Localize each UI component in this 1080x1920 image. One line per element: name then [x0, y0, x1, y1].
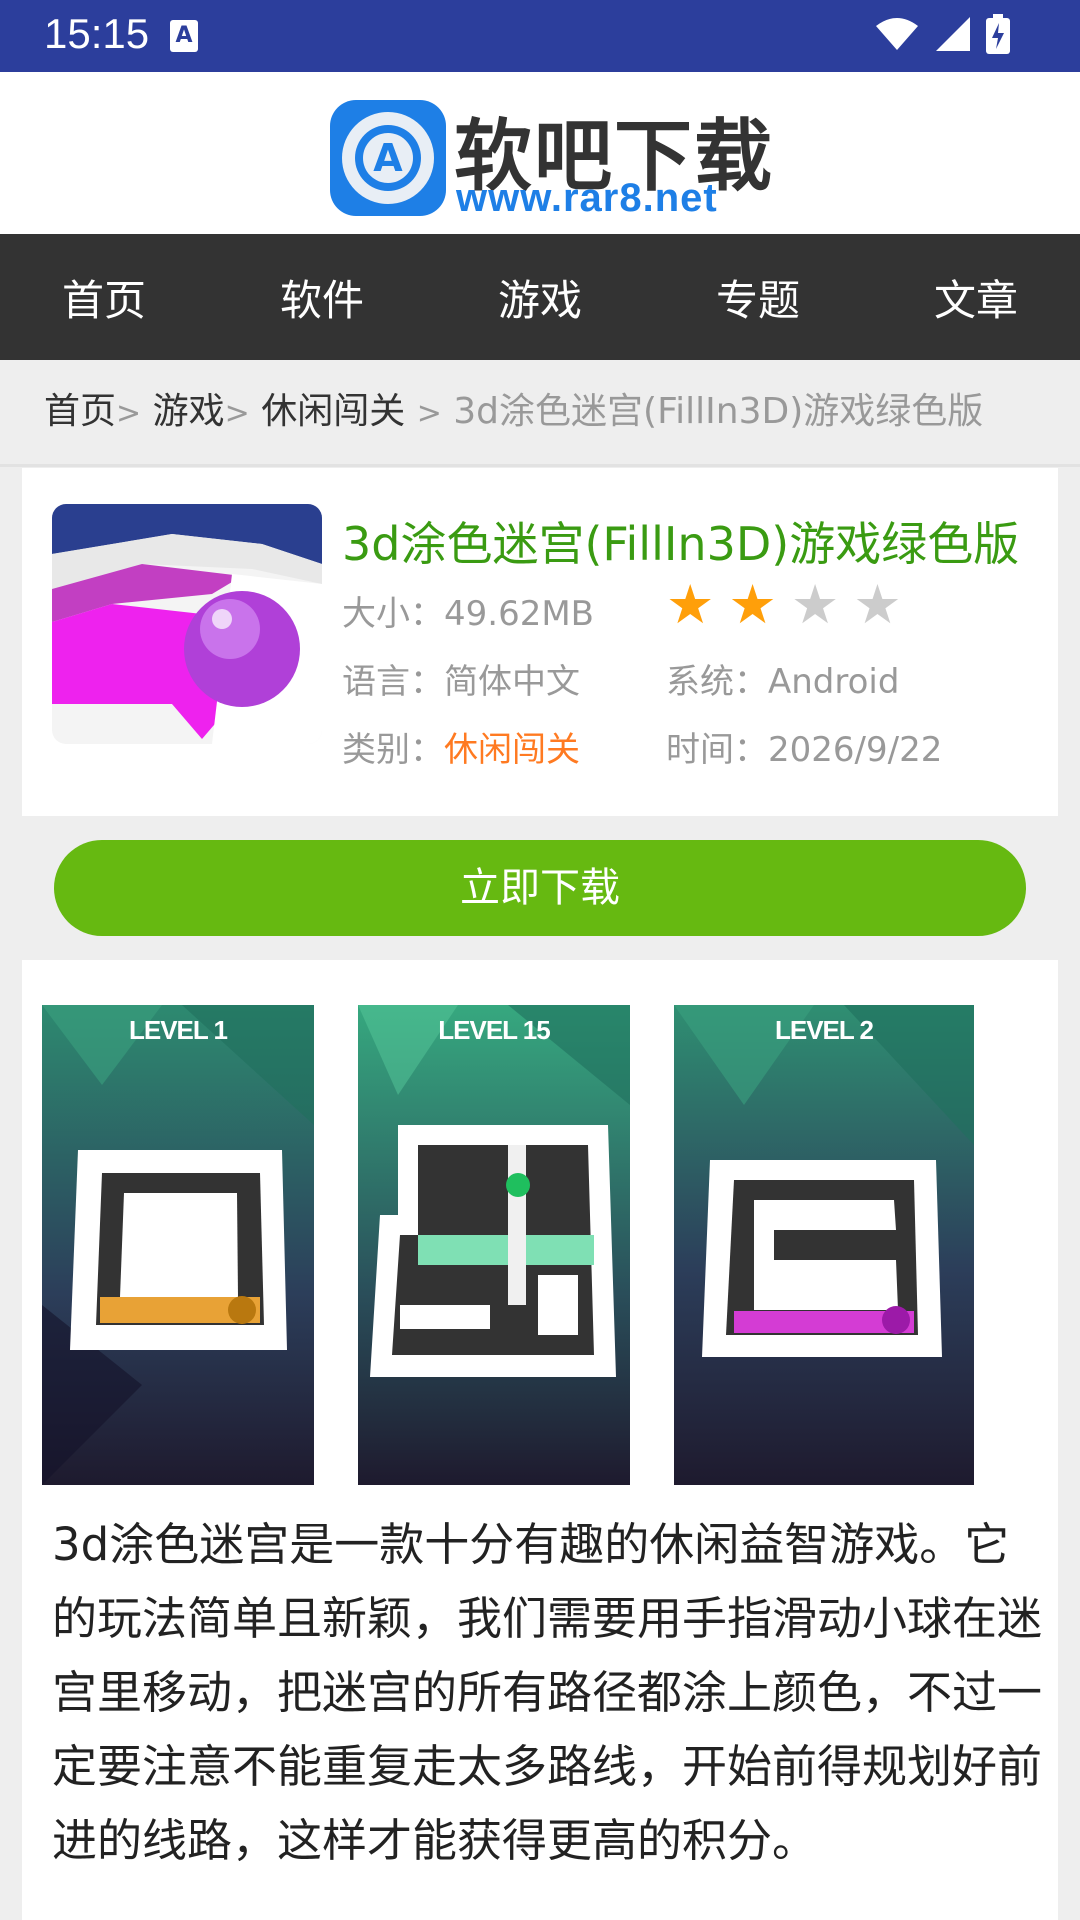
- app-detail-content: LEVEL 1 LEVEL 15 LEVEL 2 3d涂色迷宫是一款十分有趣的休…: [22, 960, 1058, 1920]
- breadcrumb-current: 3d涂色迷宫(FillIn3D)游戏绿色版: [453, 391, 984, 432]
- screenshot-level-label: LEVEL 1: [128, 1015, 228, 1045]
- site-header: A 软吧下载 www.rar8.net: [0, 72, 1080, 234]
- star-filled-icon: ★: [728, 573, 777, 636]
- nav-topics[interactable]: 专题: [716, 267, 800, 328]
- logo-url: www.rar8.net: [456, 176, 718, 220]
- star-empty-icon: ★: [790, 573, 840, 636]
- divider: [0, 464, 1080, 467]
- signal-icon: [936, 17, 970, 51]
- screenshot-2[interactable]: LEVEL 15: [358, 1005, 630, 1485]
- breadcrumb-category[interactable]: 休闲闯关: [261, 391, 405, 432]
- app-rating: ★ ★ ★ ★: [666, 578, 902, 632]
- status-bar: 15:15 A: [0, 0, 1080, 72]
- screenshot-1[interactable]: LEVEL 1: [42, 1005, 314, 1485]
- breadcrumb: 首页> 游戏> 休闲闯关 > 3d涂色迷宫(FillIn3D)游戏绿色版: [44, 391, 984, 432]
- nav-articles[interactable]: 文章: [934, 267, 1018, 328]
- screenshot-3[interactable]: LEVEL 2: [674, 1005, 974, 1485]
- app-store-logo-icon: A: [330, 100, 446, 216]
- app-date: 时间：2026/9/22: [666, 730, 943, 770]
- status-time: 15:15: [44, 10, 150, 57]
- wifi-icon: [876, 18, 918, 50]
- nav-software[interactable]: 软件: [280, 267, 364, 328]
- nav-games[interactable]: 游戏: [498, 267, 582, 328]
- app-title: 3d涂色迷宫(FillIn3D)游戏绿色版: [342, 517, 1020, 571]
- app-category: 类别：休闲闯关: [342, 730, 580, 770]
- app-info-card: 3d涂色迷宫(FillIn3D)游戏绿色版 大小：49.62MB ★ ★ ★ ★…: [22, 468, 1058, 816]
- app-description: 3d涂色迷宫是一款十分有趣的休闲益智游戏。它的玩法简单且新颖，我们需要用手指滑动…: [52, 1518, 1043, 1867]
- app-size: 大小：49.62MB: [342, 594, 594, 634]
- breadcrumb-home[interactable]: 首页: [44, 391, 116, 432]
- download-button[interactable]: 立即下载: [54, 840, 1026, 936]
- category-link[interactable]: 休闲闯关: [444, 730, 580, 770]
- screenshot-level-label: LEVEL 15: [438, 1015, 550, 1045]
- breadcrumb-games[interactable]: 游戏: [153, 391, 225, 432]
- nav-home[interactable]: 首页: [62, 267, 146, 328]
- battery-icon: [986, 14, 1010, 54]
- star-empty-icon: ★: [853, 573, 902, 636]
- app-icon-image[interactable]: [52, 504, 322, 744]
- star-filled-icon: ★: [666, 573, 715, 636]
- screenshot-level-label: LEVEL 2: [774, 1015, 874, 1045]
- app-system: 系统：Android: [666, 662, 900, 702]
- main-nav: 首页 软件 游戏 专题 文章: [0, 234, 1080, 360]
- site-logo[interactable]: A 软吧下载 www.rar8.net: [330, 100, 772, 220]
- app-language: 语言：简体中文: [342, 662, 580, 702]
- notification-icon: A: [170, 20, 198, 52]
